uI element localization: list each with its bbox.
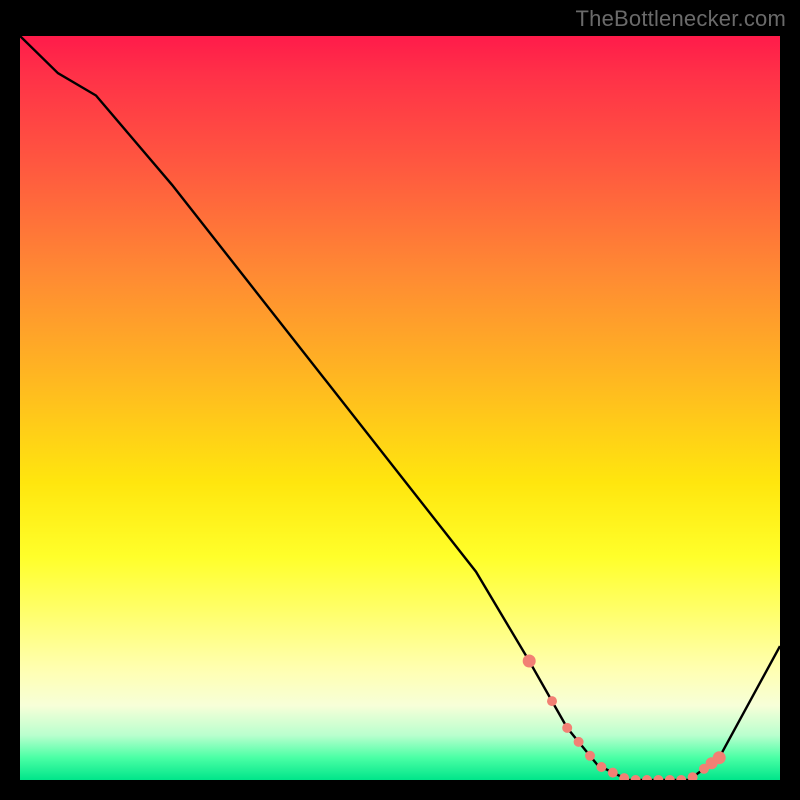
curve-marker [608,768,618,778]
curve-marker [653,775,663,780]
curve-marker [574,737,584,747]
bottleneck-curve [20,36,780,780]
curve-marker [642,775,652,780]
plot-area [20,36,780,780]
curve-marker [665,775,675,780]
curve-marker [523,655,536,668]
curve-marker [585,751,595,761]
curve-marker [596,762,606,772]
curve-marker [676,775,686,780]
curve-marker [619,773,629,780]
curve-svg [20,36,780,780]
attribution-text: TheBottlenecker.com [576,6,786,32]
curve-marker [713,751,726,764]
curve-marker [562,723,572,733]
curve-marker [631,775,641,780]
chart-container: TheBottlenecker.com [0,0,800,800]
curve-marker [547,696,557,706]
